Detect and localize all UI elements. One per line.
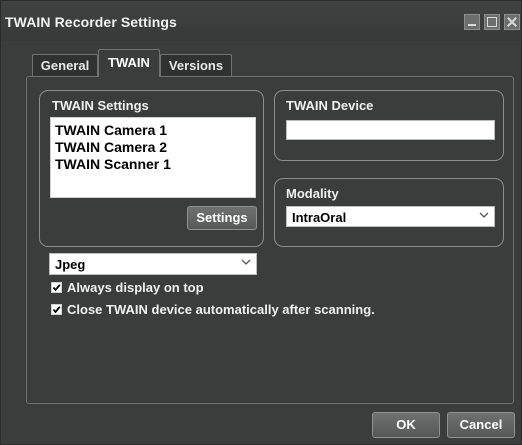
settings-window: TWAIN Recorder Settings General TWAIN Ve… [0,0,522,445]
always-on-top-checkbox[interactable] [51,282,62,293]
tab-twain[interactable]: TWAIN [98,49,160,77]
modality-dropdown[interactable]: IntraOral [286,206,495,227]
twain-settings-title: TWAIN Settings [52,98,149,113]
settings-button[interactable]: Settings [187,206,257,230]
close-after-scan-checkbox[interactable] [51,304,62,315]
modality-group: Modality IntraOral [274,178,504,247]
twain-source-list[interactable]: TWAIN Camera 1 TWAIN Camera 2 TWAIN Scan… [50,117,256,198]
dialog-footer: OK Cancel [1,406,521,444]
twain-device-title: TWAIN Device [286,98,374,113]
chevron-down-icon [241,259,251,265]
image-format-dropdown[interactable]: Jpeg [49,253,257,275]
ok-button[interactable]: OK [372,412,440,438]
modality-value: IntraOral [292,210,347,225]
tab-versions[interactable]: Versions [160,54,232,76]
twain-device-group: TWAIN Device [274,90,504,161]
window-title: TWAIN Recorder Settings [5,14,177,30]
twain-device-field[interactable] [286,120,495,140]
checkmark-icon [52,284,61,292]
twain-settings-group: TWAIN Settings TWAIN Camera 1 TWAIN Came… [39,90,264,247]
close-icon[interactable] [504,14,520,30]
list-item[interactable]: TWAIN Camera 2 [55,139,167,155]
minimize-icon[interactable] [464,14,480,30]
close-after-scan-label[interactable]: Close TWAIN device automatically after s… [67,302,375,317]
cancel-button[interactable]: Cancel [447,412,515,438]
maximize-icon[interactable] [484,14,500,30]
modality-title: Modality [286,186,339,201]
always-on-top-label[interactable]: Always display on top [67,280,204,295]
image-format-value: Jpeg [55,257,86,272]
list-item[interactable]: TWAIN Camera 1 [55,122,167,138]
checkmark-icon [52,306,61,314]
list-item[interactable]: TWAIN Scanner 1 [55,156,171,172]
title-bar[interactable]: TWAIN Recorder Settings [1,1,521,41]
tab-general[interactable]: General [32,54,98,76]
twain-tab-panel: TWAIN Settings TWAIN Camera 1 TWAIN Came… [26,76,514,404]
chevron-down-icon [479,212,489,218]
